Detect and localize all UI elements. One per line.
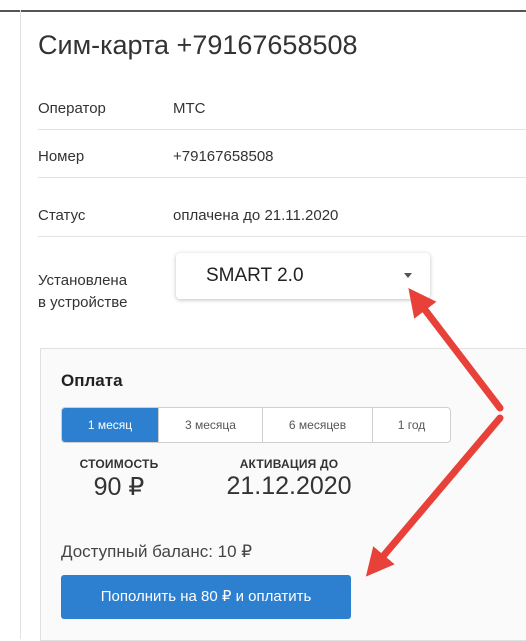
cost-value: 90 ₽ — [93, 473, 145, 501]
device-select[interactable]: SMART 2.0 — [176, 253, 430, 299]
tab-1-month[interactable]: 1 месяц — [62, 408, 159, 442]
payment-title: Оплата — [61, 371, 123, 390]
installed-label-line2: в устройстве — [38, 294, 128, 311]
activation-block: АКТИВАЦИЯ ДО 21.12.2020 — [209, 457, 369, 501]
detail-value: МТС — [173, 100, 206, 117]
detail-label: Номер — [38, 148, 85, 165]
cost-label: СТОИМОСТЬ — [79, 457, 159, 471]
top-border — [0, 10, 526, 12]
topup-and-pay-button[interactable]: Пополнить на 80 ₽ и оплатить — [61, 575, 351, 619]
detail-row-number: Номер +79167658508 — [38, 137, 526, 178]
left-border — [20, 10, 21, 639]
detail-label: Оператор — [38, 100, 106, 117]
detail-label: Статус — [38, 207, 86, 224]
detail-value: +79167658508 — [173, 148, 274, 165]
tab-6-months[interactable]: 6 месяцев — [263, 408, 373, 442]
activation-value: 21.12.2020 — [226, 472, 352, 500]
tab-1-year[interactable]: 1 год — [373, 408, 450, 442]
chevron-down-icon[interactable] — [404, 273, 412, 278]
installed-label-line1: Установлена — [38, 272, 128, 289]
period-tabs: 1 месяц 3 месяца 6 месяцев 1 год — [61, 407, 451, 443]
installed-label: Установлена в устройстве — [38, 270, 127, 314]
cost-block: СТОИМОСТЬ 90 ₽ — [69, 457, 169, 502]
detail-row-status: Статус оплачена до 21.11.2020 — [38, 196, 526, 237]
detail-row-operator: Оператор МТС — [38, 89, 526, 130]
payment-panel: Оплата 1 месяц 3 месяца 6 месяцев 1 год … — [40, 348, 526, 641]
device-select-value: SMART 2.0 — [206, 265, 304, 286]
tab-3-months[interactable]: 3 месяца — [159, 408, 263, 442]
detail-value: оплачена до 21.11.2020 — [173, 207, 339, 224]
activation-label: АКТИВАЦИЯ ДО — [239, 457, 339, 471]
page-title: Сим-карта +79167658508 — [38, 30, 358, 60]
balance-text: Доступный баланс: 10 ₽ — [61, 542, 253, 561]
